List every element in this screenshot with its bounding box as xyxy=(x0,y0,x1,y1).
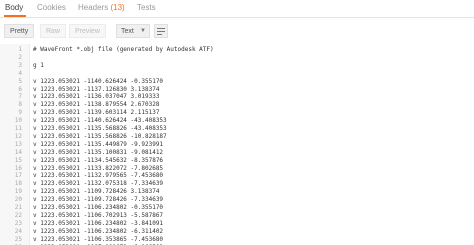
code-line: 4 xyxy=(0,70,474,78)
response-body-editor[interactable]: 1 # WaveFront *.obj file (generated by Au… xyxy=(0,44,474,245)
code-line: 3 g 1 xyxy=(0,62,474,70)
code-line: 25 v 1223.053021 -1106.353865 -7.453680 xyxy=(0,236,474,244)
line-number: 13 xyxy=(14,140,22,148)
line-number: 16 xyxy=(14,164,22,172)
line-text: v 1223.053021 -1106.234802 -6.311402 xyxy=(33,227,164,235)
line-number: 9 xyxy=(18,109,22,117)
line-number: 5 xyxy=(18,77,22,85)
line-number: 8 xyxy=(18,101,22,109)
response-tabs: Body Cookies Headers (13) Tests xyxy=(0,0,474,18)
line-number: 22 xyxy=(14,211,22,219)
code-line: 10 v 1223.053021 -1140.626424 -43.408353 xyxy=(0,117,474,125)
line-number: 1 xyxy=(18,46,22,53)
format-select[interactable]: Text ▼ xyxy=(116,24,150,38)
line-number: 24 xyxy=(14,227,22,235)
line-text: v 1223.053021 -1106.702913 -5.587867 xyxy=(33,211,164,219)
line-number: 23 xyxy=(14,219,22,227)
line-text: v 1223.053021 -1109.728426 -7.334639 xyxy=(33,196,164,204)
tab-body[interactable]: Body xyxy=(5,3,23,12)
line-number: 20 xyxy=(14,196,22,204)
line-text: v 1223.053021 -1139.603114 2.115137 xyxy=(33,109,160,117)
code-line: 8 v 1223.053021 -1138.879554 2.670328 xyxy=(0,101,474,109)
raw-button[interactable]: Raw xyxy=(40,24,67,38)
line-text: v 1223.053021 -1106.353865 -7.453680 xyxy=(33,235,164,243)
code-line: 5 v 1223.053021 -1140.626424 -0.355170 xyxy=(0,78,474,86)
wrap-lines-button[interactable] xyxy=(154,24,168,38)
line-text: g 1 xyxy=(33,61,44,69)
line-text: v 1223.053021 -1106.234802 -3.841091 xyxy=(33,219,164,227)
code-line: 24 v 1223.053021 -1106.234802 -6.311402 xyxy=(0,228,474,236)
code-line: 14 v 1223.053021 -1135.100831 -9.081412 xyxy=(0,149,474,157)
line-text: v 1223.053021 -1137.126830 3.138374 xyxy=(33,85,160,93)
line-number: 21 xyxy=(14,204,22,211)
line-text: v 1223.053021 -1133.822072 -7.802685 xyxy=(33,164,164,172)
code-line: 20 v 1223.053021 -1109.728426 -7.334639 xyxy=(0,196,474,204)
line-text: v 1223.053021 -1132.979565 -7.453680 xyxy=(33,172,164,180)
code-line: 2 xyxy=(0,54,474,62)
headers-count-badge: (13) xyxy=(110,3,125,12)
code-line: 12 v 1223.053021 -1135.568826 -10.828187 xyxy=(0,133,474,141)
preview-button[interactable]: Preview xyxy=(69,24,106,38)
tab-headers[interactable]: Headers (13) xyxy=(78,3,125,12)
line-text: v 1223.053021 -1135.568826 -43.408353 xyxy=(33,125,167,132)
response-toolbar: Pretty Raw Preview Text ▼ xyxy=(0,20,474,42)
line-text: v 1223.053021 -1135.100831 -9.081412 xyxy=(33,148,164,156)
line-text: v 1223.053021 -1132.075318 -7.334639 xyxy=(33,180,164,188)
code-line: 1 # WaveFront *.obj file (generated by Au… xyxy=(0,46,474,54)
code-line: 19 v 1223.053021 -1109.728426 3.138374 xyxy=(0,188,474,196)
tab-headers-label: Headers xyxy=(78,3,109,12)
line-number: 3 xyxy=(18,61,22,69)
line-text: v 1223.053021 -1135.568826 -10.828187 xyxy=(33,132,167,140)
line-text: v 1223.053021 -1136.037047 3.019333 xyxy=(33,93,160,101)
line-number: 4 xyxy=(18,69,22,77)
code-line: 17 v 1223.053021 -1132.979565 -7.453680 xyxy=(0,172,474,180)
line-number: 18 xyxy=(14,180,22,188)
line-number: 11 xyxy=(14,125,22,132)
line-number: 14 xyxy=(14,148,22,156)
line-text: v 1223.053021 -1109.728426 3.138374 xyxy=(33,188,160,196)
line-number: 2 xyxy=(18,53,22,61)
line-text: v 1223.053021 -1138.879554 2.670328 xyxy=(33,101,160,109)
format-select-value: Text xyxy=(121,28,134,35)
line-number: 10 xyxy=(14,117,22,125)
code-line: 9 v 1223.053021 -1139.603114 2.115137 xyxy=(0,109,474,117)
code-line: 18 v 1223.053021 -1132.075318 -7.334639 xyxy=(0,180,474,188)
code-line: 22 v 1223.053021 -1106.702913 -5.587867 xyxy=(0,212,474,220)
line-number: 7 xyxy=(18,93,22,101)
line-text: v 1223.053021 -1140.626424 -0.355170 xyxy=(33,77,164,85)
line-number: 17 xyxy=(14,172,22,180)
code-line: 21 v 1223.053021 -1106.234802 -0.355170 xyxy=(0,204,474,212)
line-text: v 1223.053021 -1135.449879 -9.923991 xyxy=(33,140,164,148)
active-tab-indicator xyxy=(4,15,26,17)
line-number: 15 xyxy=(14,156,22,164)
tab-cookies[interactable]: Cookies xyxy=(37,3,66,12)
line-text: # WaveFront *.obj file (generated by Aut… xyxy=(33,46,214,53)
code-line: 6 v 1223.053021 -1137.126830 3.138374 xyxy=(0,86,474,94)
line-number: 12 xyxy=(14,132,22,140)
tab-tests[interactable]: Tests xyxy=(137,3,156,12)
line-number: 19 xyxy=(14,188,22,196)
line-text: v 1223.053021 -1134.545632 -8.357876 xyxy=(33,156,164,164)
chevron-down-icon: ▼ xyxy=(140,28,146,34)
code-line: 11 v 1223.053021 -1135.568826 -43.408353 xyxy=(0,125,474,133)
line-number: 25 xyxy=(14,235,22,243)
pretty-button[interactable]: Pretty xyxy=(4,24,35,38)
code-line: 7 v 1223.053021 -1136.037047 3.019333 xyxy=(0,93,474,101)
code-line: 16 v 1223.053021 -1133.822072 -7.802685 xyxy=(0,165,474,173)
line-number: 6 xyxy=(18,85,22,93)
code-line: 23 v 1223.053021 -1106.234802 -3.841091 xyxy=(0,220,474,228)
line-text: v 1223.053021 -1106.234802 -0.355170 xyxy=(33,204,164,211)
code-line: 15 v 1223.053021 -1134.545632 -8.357876 xyxy=(0,157,474,165)
line-text: v 1223.053021 -1140.626424 -43.408353 xyxy=(33,117,167,125)
code-line: 13 v 1223.053021 -1135.449879 -9.923991 xyxy=(0,141,474,149)
